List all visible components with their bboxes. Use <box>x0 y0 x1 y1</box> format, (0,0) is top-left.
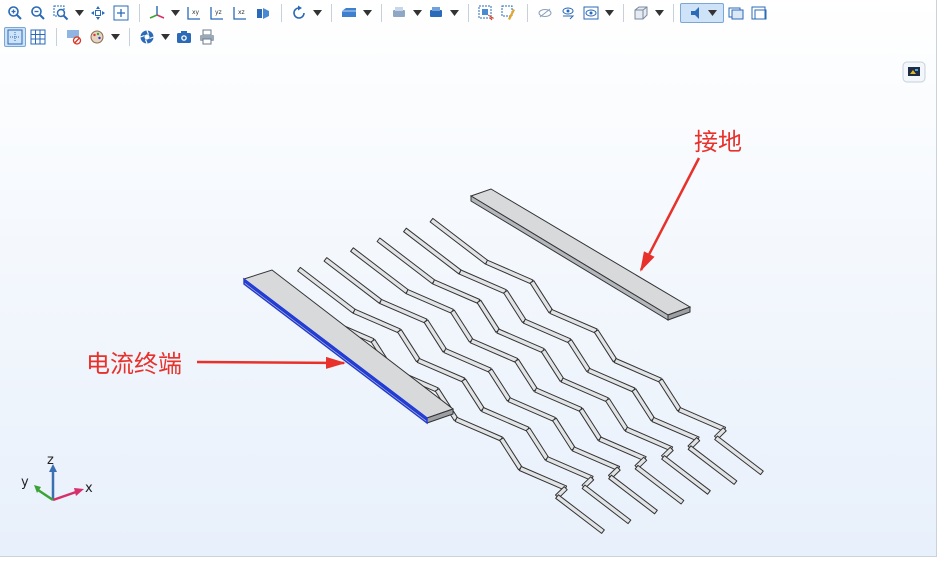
current-terminal-busbar <box>242 269 455 425</box>
mesh-strand-segment <box>598 436 647 462</box>
axis-label-y: y <box>21 475 29 490</box>
mesh-strand-segment <box>432 279 481 304</box>
mesh-strand-segment <box>587 367 636 393</box>
mesh-strand-segment <box>450 309 474 343</box>
axis-triad: z x y <box>21 453 93 502</box>
graphics-viewport[interactable]: xy yz xz 接地 电流终端 z x y <box>0 0 937 557</box>
mesh-strand-segment <box>499 437 523 471</box>
mesh-strand-segment <box>525 427 550 461</box>
mesh-strand-segment <box>518 466 568 491</box>
expanded-metal-mesh <box>270 217 764 534</box>
mesh-strand-segment <box>687 445 738 485</box>
mesh-strand-segment <box>571 446 621 472</box>
axis-label-x: x <box>85 481 93 496</box>
mesh-strand-segment <box>605 398 629 431</box>
mesh-strand-segment <box>423 319 448 353</box>
mesh-strand-segment <box>624 426 674 452</box>
mesh-strand-segment <box>487 368 512 402</box>
mesh-strand-segment <box>560 377 609 403</box>
mesh-strand-segment <box>461 378 485 412</box>
mesh-strand-segment <box>634 464 685 505</box>
mesh-strand-segment <box>581 484 632 525</box>
mesh-strand-segment <box>540 349 565 382</box>
mesh-strand-segment <box>481 407 530 432</box>
mesh-strand-segment <box>443 348 492 373</box>
mesh-strand-segment <box>405 289 454 314</box>
mesh-strand-segment <box>661 455 711 495</box>
mesh-strand-segment <box>578 407 603 441</box>
mesh-strand-segment <box>496 328 545 354</box>
mesh-strand-segment <box>469 338 519 363</box>
mesh-strand-segment <box>352 308 401 334</box>
current-terminal-label: 电流终端 <box>86 350 182 378</box>
mesh-strand-segment <box>476 299 501 333</box>
mesh-strand-segment <box>567 339 591 372</box>
ground-busbar <box>469 188 692 321</box>
mesh-strand-segment <box>522 318 572 344</box>
mesh-strand-segment <box>545 456 594 481</box>
mesh-strand-segment <box>549 308 598 334</box>
mesh-strand-segment <box>529 280 554 314</box>
mesh-strand-segment <box>454 416 503 442</box>
mesh-strand-segment <box>503 290 527 323</box>
mesh-strand-segment <box>555 494 605 534</box>
ground-arrow <box>639 157 701 272</box>
mesh-strand-segment <box>608 474 658 515</box>
geometry-scene[interactable] <box>0 0 936 556</box>
mesh-strand-segment <box>658 378 682 412</box>
mesh-strand-segment <box>379 298 428 324</box>
mesh-strand-segment <box>651 416 700 442</box>
mesh-strand-segment <box>416 357 466 383</box>
mesh-strand-segment <box>714 435 764 476</box>
mesh-strand-segment <box>458 269 507 295</box>
mesh-strand-segment <box>613 358 662 383</box>
mesh-strand-segment <box>631 388 656 422</box>
mesh-strand-segment <box>397 329 421 363</box>
mesh-strand-segment <box>534 387 583 413</box>
mesh-strand-segment <box>514 358 538 392</box>
ground-label: 接地 <box>694 128 742 156</box>
mesh-strand-segment <box>593 329 618 363</box>
terminal-arrow <box>196 356 346 369</box>
mesh-strand-segment <box>677 407 727 432</box>
axis-label-z: z <box>47 453 54 468</box>
mesh-strand-segment <box>507 397 556 422</box>
mesh-strand-segment <box>485 259 534 285</box>
mesh-strand-segment <box>552 417 576 451</box>
